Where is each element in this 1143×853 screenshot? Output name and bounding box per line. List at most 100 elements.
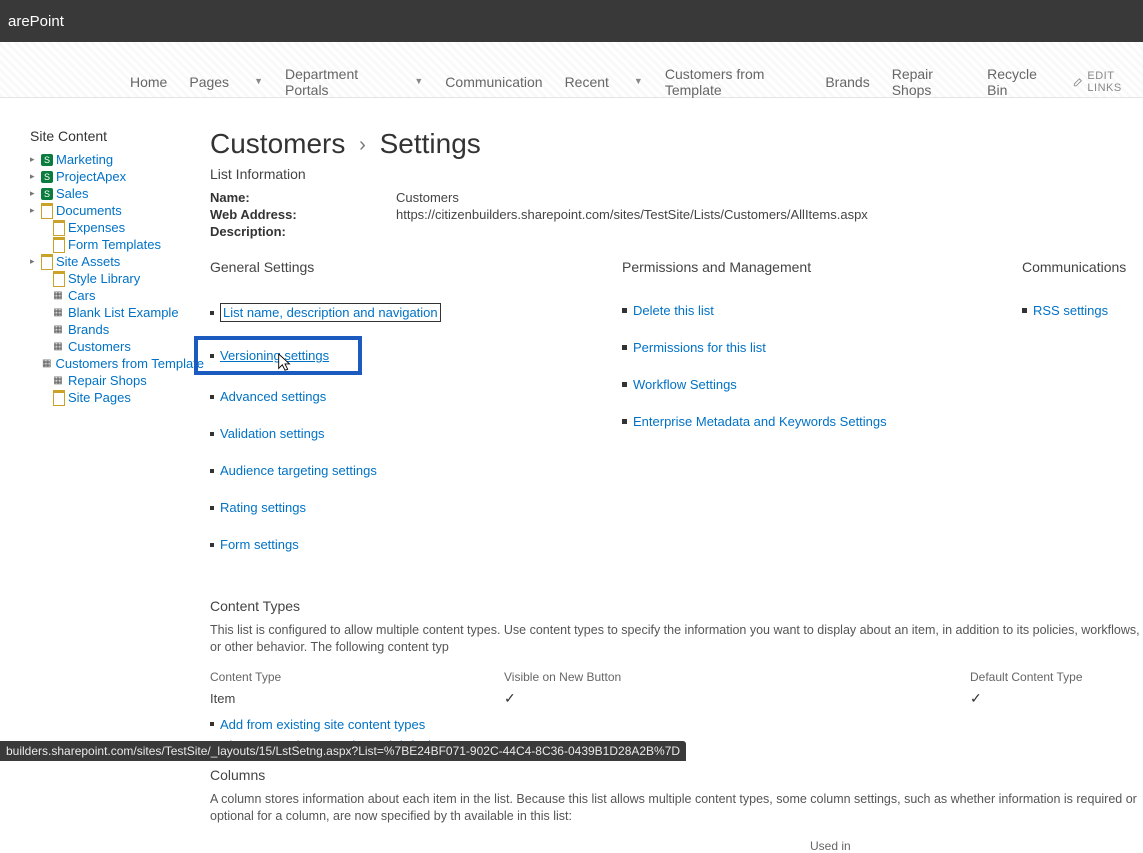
tree-item-site-pages[interactable]: Site Pages [30, 390, 180, 405]
link-audience-targeting[interactable]: Audience targeting settings [220, 463, 377, 478]
tree-item-customers-from-template[interactable]: ▦Customers from Template [30, 356, 180, 371]
header-used-in: Used in [810, 839, 1143, 853]
link-perm-3[interactable]: Enterprise Metadata and Keywords Setting… [633, 414, 887, 429]
tree-item-label[interactable]: Marketing [56, 152, 113, 167]
tree-item-style-library[interactable]: Style Library [30, 271, 180, 286]
tree-item-customers[interactable]: ▦Customers [30, 339, 180, 354]
columns-heading: Columns [210, 767, 1143, 783]
list-info-heading: List Information [210, 166, 1143, 182]
communications-title: Communications [1022, 259, 1143, 275]
edit-links-button[interactable]: EDIT LINKS [1073, 70, 1143, 94]
tree-item-label[interactable]: Customers from Template [55, 356, 204, 371]
bullet-icon [210, 432, 214, 436]
list-icon: ▦ [52, 374, 66, 388]
nav-item-repair-shops[interactable]: Repair Shops [892, 66, 965, 98]
tree-item-label[interactable]: Site Assets [56, 254, 120, 269]
list-icon: ▦ [52, 323, 66, 337]
nav-item-communication[interactable]: Communication [445, 74, 542, 90]
link-perm-2[interactable]: Workflow Settings [633, 377, 737, 392]
nav-item-brands[interactable]: Brands [825, 74, 869, 90]
nav-item-customers-from-template[interactable]: Customers from Template [665, 66, 804, 98]
link-perm-1[interactable]: Permissions for this list [633, 340, 766, 355]
link-list-name-desc-nav[interactable]: List name, description and navigation [223, 305, 438, 320]
tree-item-label[interactable]: Blank List Example [68, 305, 179, 320]
bullet-icon [210, 543, 214, 547]
link-perm-0[interactable]: Delete this list [633, 303, 714, 318]
link-versioning-settings[interactable]: Versioning settings [220, 348, 329, 363]
tree-item-label[interactable]: Customers [68, 339, 131, 354]
link-advanced-settings[interactable]: Advanced settings [220, 389, 326, 404]
tree-item-label[interactable]: Cars [68, 288, 95, 303]
tree-item-brands[interactable]: ▦Brands [30, 322, 180, 337]
breadcrumb-current: Settings [380, 128, 481, 159]
bullet-icon [210, 506, 214, 510]
tree-item-label[interactable]: Form Templates [68, 237, 161, 252]
header-default-ct: Default Content Type [970, 670, 1143, 684]
breadcrumb-list-link[interactable]: Customers [210, 128, 345, 159]
tree-item-site-assets[interactable]: ▸ Site Assets [30, 254, 180, 269]
chevron-right-icon: › [359, 134, 366, 156]
tree-item-cars[interactable]: ▦Cars [30, 288, 180, 303]
tree-item-repair-shops[interactable]: ▦Repair Shops [30, 373, 180, 388]
tree-item-label[interactable]: ProjectApex [56, 169, 126, 184]
tree-item-label[interactable]: Expenses [68, 220, 125, 235]
bullet-icon [622, 382, 627, 387]
link-validation-settings[interactable]: Validation settings [220, 426, 325, 441]
bullet-icon [622, 419, 627, 424]
subsite-icon: S [40, 170, 54, 184]
perm-management-title: Permissions and Management [622, 259, 1022, 275]
highlighted-versioning: Versioning settings [194, 336, 362, 375]
content-type-item-link[interactable]: Item [210, 691, 235, 706]
tree-item-blank-list-example[interactable]: ▦Blank List Example [30, 305, 180, 320]
address-label: Web Address: [210, 207, 396, 222]
link-rss-settings[interactable]: RSS settings [1033, 303, 1108, 318]
tree-item-expenses[interactable]: Expenses [30, 220, 180, 235]
check-icon: ✓ [504, 690, 516, 706]
tree-item-projectapex[interactable]: ▸SProjectApex [30, 169, 180, 184]
list-icon: ▦ [52, 306, 66, 320]
tree-item-form-templates[interactable]: Form Templates [30, 237, 180, 252]
folder-icon [52, 391, 66, 405]
link-form-settings[interactable]: Form settings [220, 537, 299, 552]
chevron-down-icon[interactable]: ▼ [634, 76, 643, 86]
tree-item-label[interactable]: Style Library [68, 271, 140, 286]
status-bar: builders.sharepoint.com/sites/TestSite/_… [0, 741, 686, 761]
tree-item-label[interactable]: Documents [56, 203, 122, 218]
expand-icon[interactable]: ▸ [30, 205, 40, 216]
chevron-down-icon[interactable]: ▼ [414, 76, 423, 86]
tree-item-label[interactable]: Site Pages [68, 390, 131, 405]
tree-item-label[interactable]: Sales [56, 186, 89, 201]
tree-item-marketing[interactable]: ▸SMarketing [30, 152, 180, 167]
chevron-down-icon[interactable]: ▼ [254, 76, 263, 86]
bullet-icon [622, 345, 627, 350]
expand-icon[interactable]: ▸ [30, 256, 40, 267]
list-icon: ▦ [52, 289, 66, 303]
top-nav: Home Pages ▼ Department Portals ▼ Communicati… [130, 66, 1143, 98]
bullet-icon [210, 354, 214, 358]
general-settings-title: General Settings [210, 259, 622, 275]
address-value: https://citizenbuilders.sharepoint.com/s… [396, 207, 868, 222]
nav-item-pages[interactable]: Pages [189, 74, 229, 90]
tree-item-label[interactable]: Brands [68, 322, 109, 337]
nav-item-department-portals[interactable]: Department Portals [285, 66, 389, 98]
nav-item-home[interactable]: Home [130, 74, 167, 90]
expand-icon[interactable]: ▸ [30, 188, 40, 199]
columns-description: A column stores information about each i… [210, 791, 1143, 825]
name-value: Customers [396, 190, 459, 205]
folder-icon [52, 272, 66, 286]
link-rating-settings[interactable]: Rating settings [220, 500, 306, 515]
nav-item-recent[interactable]: Recent [565, 74, 609, 90]
nav-item-recycle-bin[interactable]: Recycle Bin [987, 66, 1051, 98]
content-type-row: Item ✓ ✓ [210, 690, 1143, 707]
tree-item-documents[interactable]: ▸ Documents [30, 203, 180, 218]
pencil-icon [1073, 76, 1083, 88]
expand-icon[interactable]: ▸ [30, 154, 40, 165]
tree-item-sales[interactable]: ▸SSales [30, 186, 180, 201]
link-add-content-types[interactable]: Add from existing site content types [220, 717, 425, 732]
bullet-icon [210, 469, 214, 473]
tree-item-label[interactable]: Repair Shops [68, 373, 147, 388]
folder-icon [40, 204, 54, 218]
bullet-icon [210, 722, 214, 726]
expand-icon[interactable]: ▸ [30, 171, 40, 182]
suite-bar: arePoint [0, 0, 1143, 42]
